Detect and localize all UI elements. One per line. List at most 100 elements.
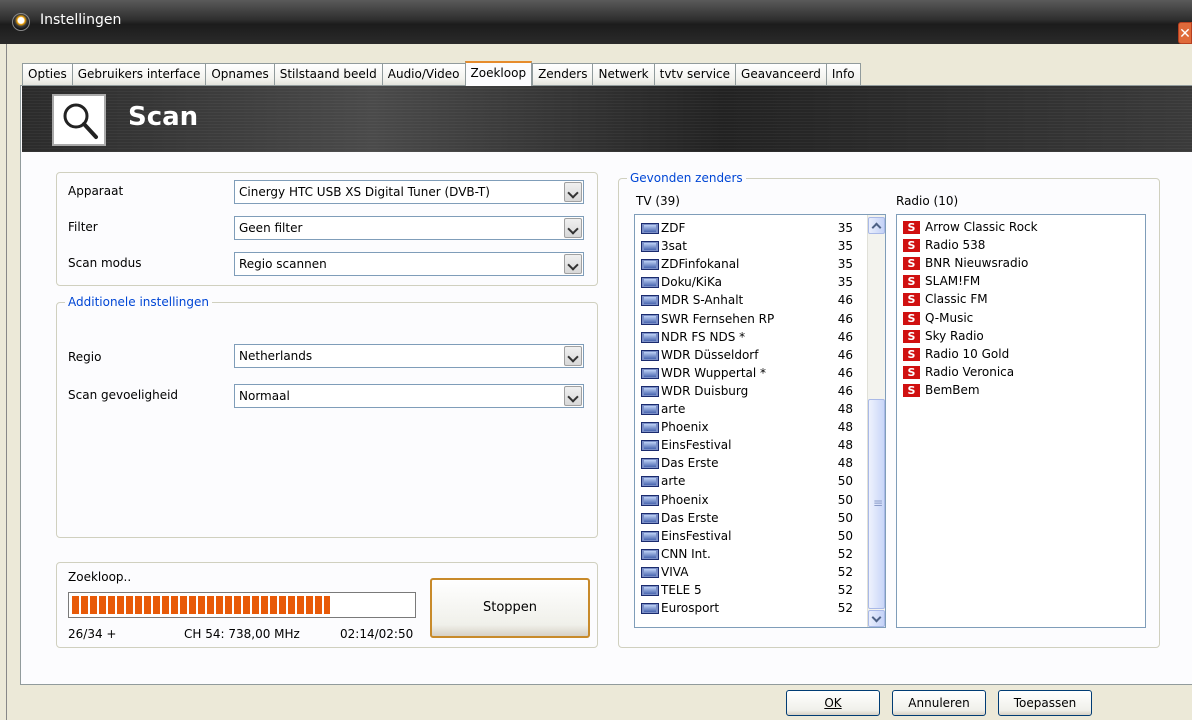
tab-audio-video[interactable]: Audio/Video	[381, 63, 465, 85]
radio-station-row[interactable]: S Sky Radio	[903, 327, 1143, 345]
chevron-down-icon[interactable]	[564, 254, 582, 274]
scanmodus-select[interactable]: Regio scannen	[234, 252, 584, 276]
found-legend: Gevonden zenders	[627, 171, 746, 185]
tv-channel-row[interactable]: EinsFestival 50	[641, 527, 853, 545]
tv-channel-row[interactable]: EinsFestival 48	[641, 436, 853, 454]
tv-channel-name: EinsFestival	[661, 438, 732, 453]
filter-select[interactable]: Geen filter	[234, 216, 584, 240]
tab-opnames[interactable]: Opnames	[205, 63, 274, 85]
tv-icon	[641, 458, 659, 470]
tv-channel-name: Doku/KiKa	[661, 275, 723, 290]
tab-tvtv-service[interactable]: tvtv service	[653, 63, 736, 85]
banner-title: Scan	[128, 102, 199, 132]
chevron-down-icon[interactable]	[564, 218, 582, 238]
tab-geavanceerd[interactable]: Geavanceerd	[735, 63, 826, 85]
tv-channel-row[interactable]: CNN Int. 52	[641, 545, 853, 563]
tab-zoekloop[interactable]: Zoekloop	[464, 61, 533, 86]
apparaat-select[interactable]: Cinergy HTC USB XS Digital Tuner (DVB-T)	[234, 180, 584, 204]
tab-info[interactable]: Info	[825, 63, 861, 85]
scan-time: 02:14/02:50	[340, 627, 414, 641]
tv-list[interactable]: ZDF 35 3sat 35 ZDFinfokanal 35 Doku/KiKa 35 MDR …	[634, 214, 886, 628]
radio-station-row[interactable]: S Radio 538	[903, 236, 1143, 254]
stop-button[interactable]: Stoppen	[430, 578, 590, 638]
scroll-up-icon[interactable]	[868, 217, 885, 234]
tab-netwerk[interactable]: Netwerk	[592, 63, 654, 85]
tv-channel-number: 46	[837, 293, 853, 308]
tv-channel-number: 35	[837, 275, 853, 290]
regio-select[interactable]: Netherlands	[234, 344, 584, 368]
tv-icon	[641, 331, 659, 343]
radio-icon: S	[903, 221, 920, 234]
tv-icon	[641, 476, 659, 488]
tv-channel-row[interactable]: TELE 5 52	[641, 581, 853, 599]
radio-station-row[interactable]: S Classic FM	[903, 290, 1143, 308]
tv-channel-row[interactable]: ZDFinfokanal 35	[641, 255, 853, 273]
tv-channel-number: 48	[837, 402, 853, 416]
tv-header: TV (39)	[636, 194, 680, 208]
tv-channel-row[interactable]: 3sat 35	[641, 237, 853, 255]
tv-channel-row[interactable]: NDR FS NDS * 46	[641, 328, 853, 346]
tv-icon	[641, 603, 659, 615]
tv-channel-row[interactable]: WDR Düsseldorf 46	[641, 346, 853, 364]
tv-channel-row[interactable]: Doku/KiKa 35	[641, 273, 853, 291]
tv-channel-number: 35	[837, 221, 853, 235]
tv-channel-row[interactable]: ZDF 35	[641, 219, 853, 237]
filter-value: Geen filter	[239, 221, 303, 235]
tv-channel-row[interactable]: Eurosport 52	[641, 599, 853, 617]
tv-channel-row[interactable]: WDR Wuppertal * 46	[641, 364, 853, 382]
radio-station-name: Radio 538	[925, 238, 986, 253]
radio-station-row[interactable]: S Arrow Classic Rock	[903, 218, 1143, 236]
tv-channel-row[interactable]: WDR Duisburg 46	[641, 382, 853, 400]
tab-stilstaand-beeld[interactable]: Stilstaand beeld	[273, 63, 382, 85]
scan-channel: CH 54: 738,00 MHz	[184, 627, 300, 641]
radio-station-row[interactable]: S Radio 10 Gold	[903, 345, 1143, 363]
tv-channel-number: 48	[837, 456, 853, 471]
tv-icon	[641, 530, 659, 542]
tv-channel-row[interactable]: arte 50	[641, 472, 853, 490]
tab-opties[interactable]: Opties	[22, 63, 72, 85]
apply-button[interactable]: Toepassen	[998, 690, 1092, 716]
tv-channel-name: TELE 5	[661, 583, 702, 597]
tv-channel-row[interactable]: Phoenix 50	[641, 491, 853, 509]
tv-channel-row[interactable]: SWR Fernsehen RP 46	[641, 310, 853, 328]
tv-icon	[641, 241, 659, 253]
tab-gebruikers-interface[interactable]: Gebruikers interface	[71, 63, 206, 85]
tv-channel-row[interactable]: Das Erste 50	[641, 509, 853, 527]
chevron-down-icon[interactable]	[564, 386, 582, 406]
scanmodus-value: Regio scannen	[239, 257, 327, 271]
radio-list[interactable]: S Arrow Classic Rock S Radio 538 S BNR Nieuws…	[896, 214, 1146, 628]
scroll-thumb[interactable]	[868, 399, 885, 609]
tv-channel-number: 50	[837, 492, 853, 507]
tv-channel-number: 48	[837, 438, 853, 453]
radio-icon: S	[903, 383, 920, 397]
tv-channel-row[interactable]: MDR S-Anhalt 46	[641, 291, 853, 309]
radio-icon: S	[903, 275, 920, 289]
tv-scrollbar[interactable]	[867, 215, 885, 627]
tv-channel-number: 52	[837, 546, 853, 561]
radio-station-row[interactable]: S BemBem	[903, 381, 1143, 399]
radio-station-row[interactable]: S Q-Music	[903, 309, 1143, 327]
tv-channel-number: 52	[837, 583, 853, 597]
ok-button[interactable]: OK	[786, 690, 880, 716]
tv-icon	[641, 223, 659, 234]
radio-station-row[interactable]: S Radio Veronica	[903, 363, 1143, 381]
radio-station-name: SLAM!FM	[925, 274, 981, 289]
tv-channel-row[interactable]: arte 48	[641, 400, 853, 418]
cancel-button[interactable]: Annuleren	[892, 690, 986, 716]
chevron-down-icon[interactable]	[564, 182, 582, 202]
tv-channel-number: 52	[837, 601, 853, 616]
gevoeligheid-select[interactable]: Normaal	[234, 384, 584, 408]
radio-station-row[interactable]: S SLAM!FM	[903, 272, 1143, 290]
close-icon[interactable]: ✕	[1178, 22, 1192, 44]
tab-zenders[interactable]: Zenders	[532, 63, 593, 85]
tv-channel-name: arte	[661, 402, 686, 416]
chevron-down-icon[interactable]	[564, 346, 582, 366]
radio-station-row[interactable]: S BNR Nieuwsradio	[903, 254, 1143, 272]
tv-channel-name: 3sat	[661, 239, 687, 254]
gevoeligheid-label: Scan gevoeligheid	[68, 388, 179, 402]
radio-icon: S	[903, 365, 920, 379]
tv-channel-row[interactable]: Das Erste 48	[641, 454, 853, 472]
tv-channel-row[interactable]: VIVA 52	[641, 563, 853, 581]
tv-channel-row[interactable]: Phoenix 48	[641, 418, 853, 436]
scroll-down-icon[interactable]	[868, 610, 885, 627]
